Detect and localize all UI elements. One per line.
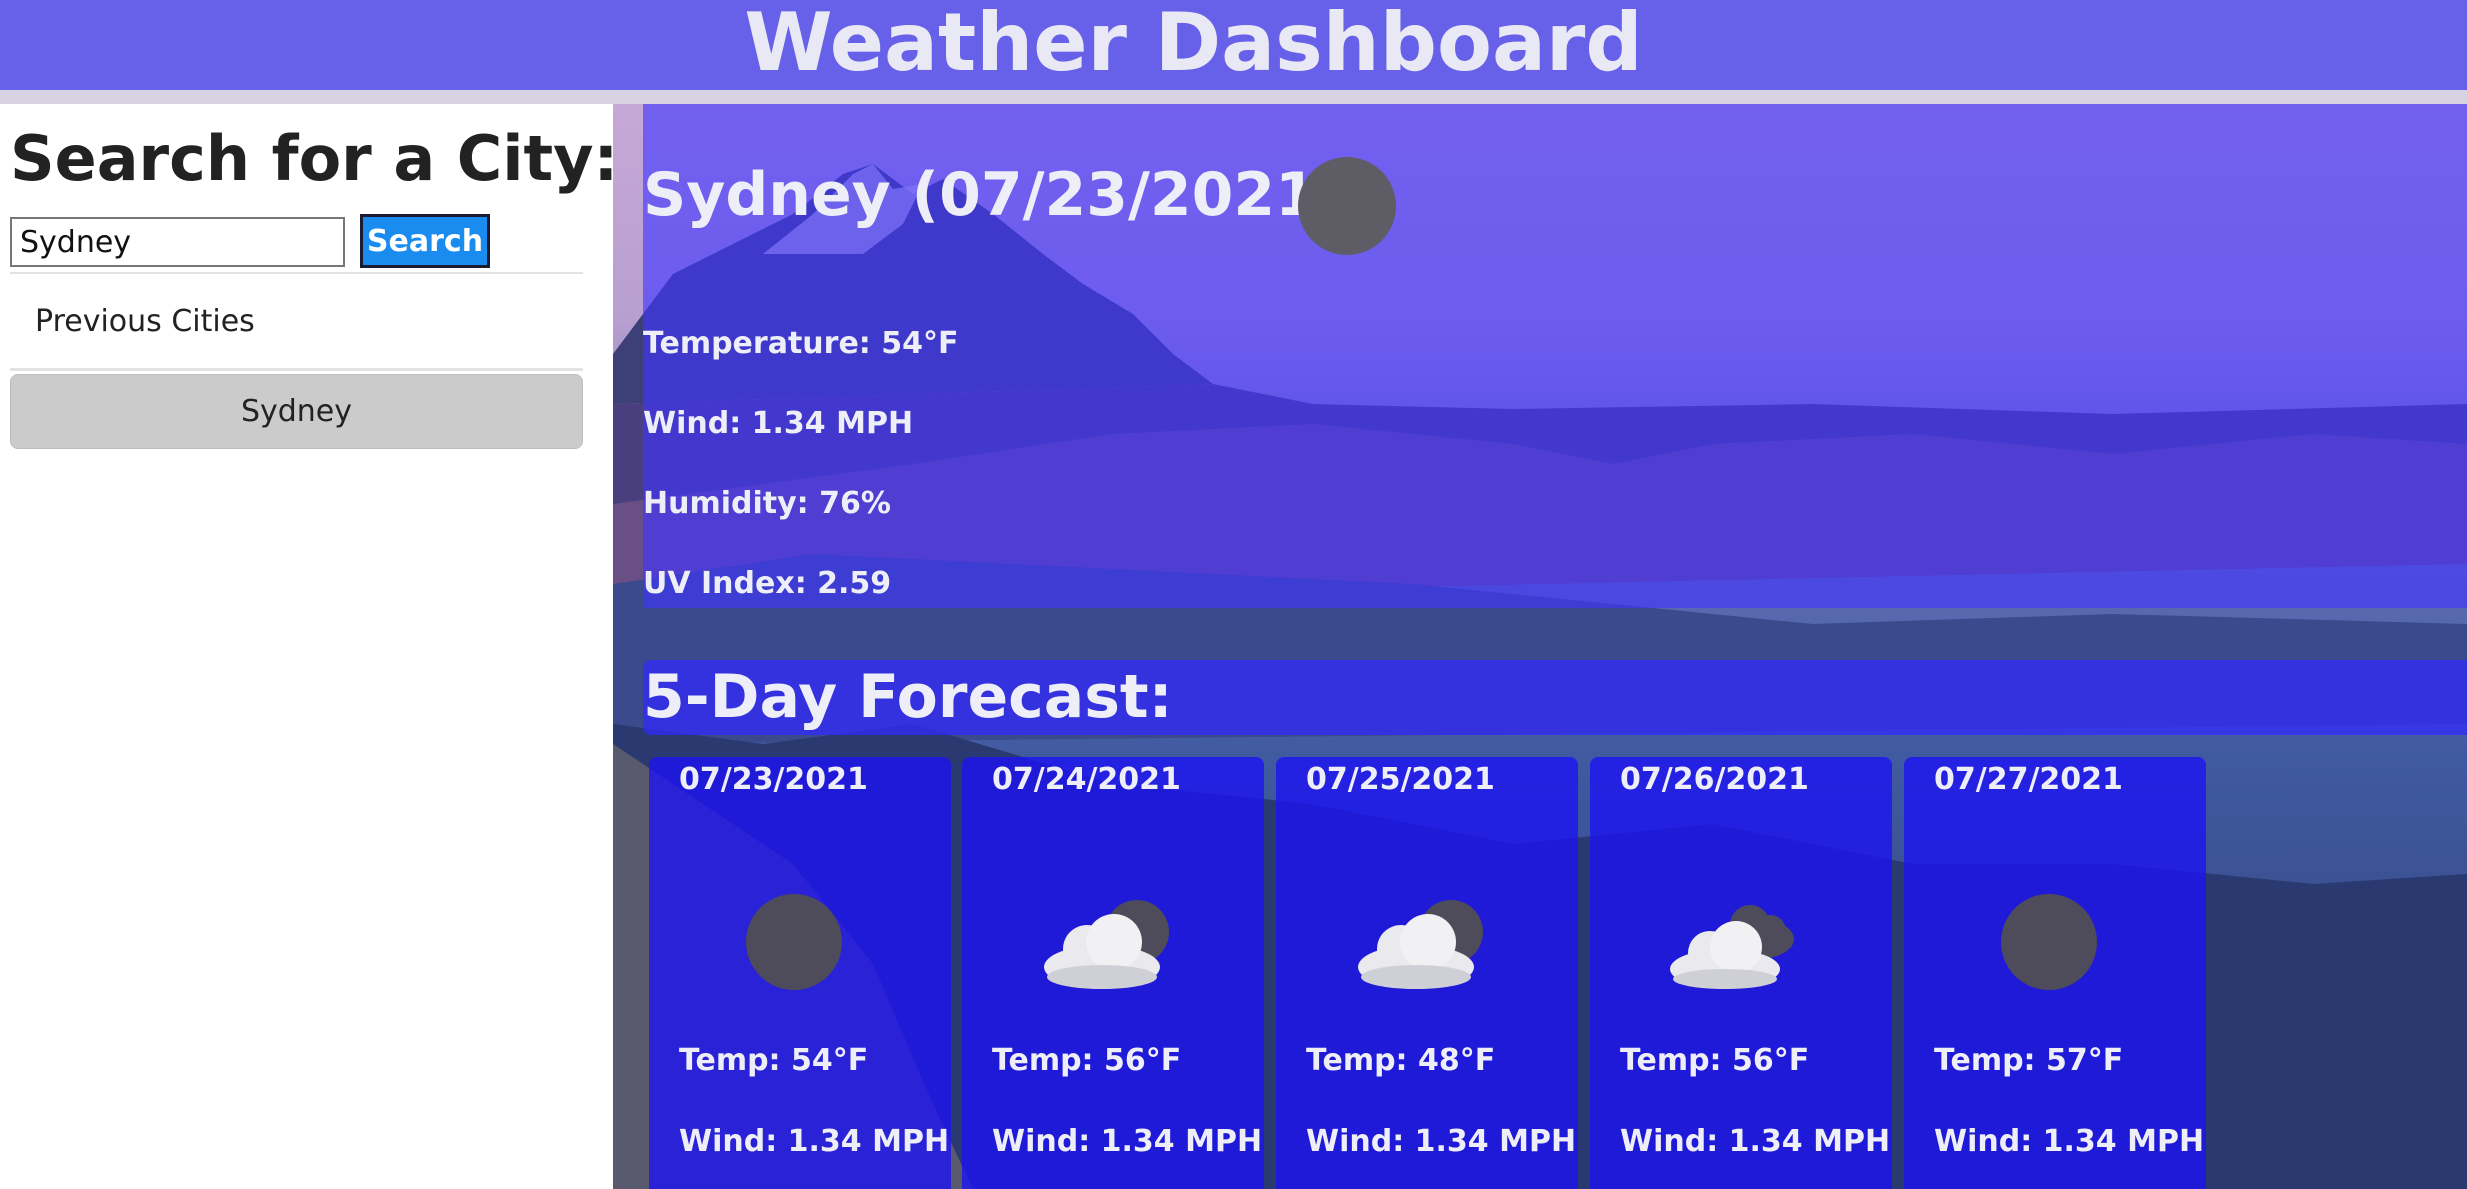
- forecast-card: 07/25/2021 Temp: 48°F Wind: 1.34 MPH: [1276, 757, 1578, 1189]
- search-sidebar: Search for a City: Search Previous Citie…: [0, 104, 618, 1189]
- search-button[interactable]: Search: [360, 214, 490, 268]
- forecast-date: 07/24/2021: [992, 762, 1181, 797]
- city-search-input[interactable]: [10, 217, 345, 267]
- forecast-date: 07/23/2021: [679, 762, 868, 797]
- forecast-wind: Wind: 1.34 MPH: [1306, 1124, 1577, 1159]
- header-divider: [0, 90, 2467, 104]
- night-clear-icon: [2001, 894, 2097, 990]
- forecast-date: 07/26/2021: [1620, 762, 1809, 797]
- forecast-wind: Wind: 1.34 MPH: [1934, 1124, 2205, 1159]
- partly-cloudy-night-icon: [1358, 900, 1483, 989]
- current-temperature: Temperature: 54°F: [643, 326, 959, 361]
- previous-cities-label: Previous Cities: [35, 304, 255, 339]
- current-humidity: Humidity: 76%: [643, 486, 891, 521]
- forecast-card: 07/26/2021 Temp: 56°F Wind: 1.34 MPH: [1590, 757, 1892, 1189]
- forecast-wind: Wind: 1.34 MPH: [1620, 1124, 1891, 1159]
- search-heading: Search for a City:: [10, 122, 619, 195]
- forecast-temp: Temp: 54°F: [679, 1043, 869, 1078]
- night-clear-icon: [746, 894, 842, 990]
- night-clear-icon: [1298, 157, 1396, 255]
- forecast-temp: Temp: 56°F: [992, 1043, 1182, 1078]
- forecast-wind: Wind: 1.34 MPH: [992, 1124, 1263, 1159]
- forecast-date: 07/25/2021: [1306, 762, 1495, 797]
- forecast-temp: Temp: 57°F: [1934, 1043, 2124, 1078]
- page-title: Weather Dashboard: [744, 0, 1643, 89]
- current-wind: Wind: 1.34 MPH: [643, 406, 914, 441]
- forecast-temp: Temp: 56°F: [1620, 1043, 1810, 1078]
- forecast-date: 07/27/2021: [1934, 762, 2123, 797]
- forecast-heading: 5-Day Forecast:: [643, 662, 1173, 732]
- forecast-card: 07/24/2021 Temp: 56°F Wind: 1.34 MPH: [962, 757, 1264, 1189]
- forecast-card: 07/27/2021 Temp: 57°F Wind: 1.34 MPH: [1904, 757, 2206, 1189]
- forecast-temp: Temp: 48°F: [1306, 1043, 1496, 1078]
- broken-clouds-icon: [1670, 905, 1794, 989]
- divider: [10, 272, 583, 274]
- history-city-button-sydney[interactable]: Sydney: [10, 374, 583, 449]
- page-header: Weather Dashboard: [0, 0, 2467, 90]
- current-uv-index: UV Index: 2.59: [643, 566, 892, 601]
- divider: [10, 368, 583, 371]
- forecast-card: 07/23/2021 Temp: 54°F Wind: 1.34 MPH: [649, 757, 951, 1189]
- forecast-wind: Wind: 1.34 MPH: [679, 1124, 950, 1159]
- current-city-title: Sydney (07/23/2021): [643, 160, 1345, 230]
- partly-cloudy-night-icon: [1044, 900, 1169, 989]
